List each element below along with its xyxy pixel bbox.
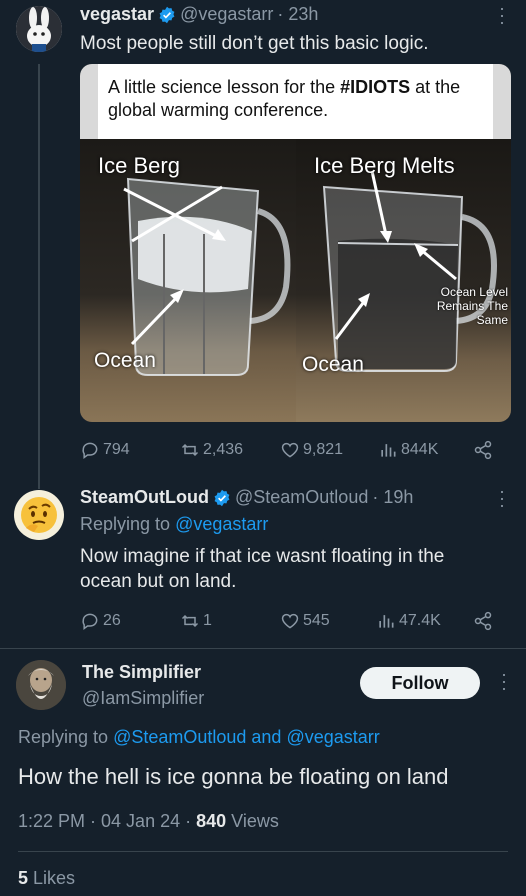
tweet2-like-button[interactable]: 545 (280, 611, 330, 631)
tweet1-more-icon[interactable]: ··· (492, 6, 513, 27)
iceberg-melts-label: Ice Berg Melts (314, 153, 455, 178)
tweet2-reply-button[interactable]: 26 (80, 611, 121, 631)
tweet1-retweet-count: 2,436 (203, 441, 244, 458)
tweet1-reply-count: 794 (103, 441, 130, 458)
tweet1-views-button[interactable]: 844K (378, 440, 438, 460)
reply-icon (82, 613, 98, 630)
tweet2-more-icon[interactable]: ··· (492, 489, 513, 510)
bearded-man-avatar-icon (16, 660, 66, 710)
tweet3-replying-to: Replying to @SteamOutloud and @vegastarr (18, 727, 380, 747)
tweet1-time[interactable]: · 23h (277, 4, 318, 25)
tweet3-replying-handle-1[interactable]: @SteamOutloud (113, 727, 246, 747)
views-bar-chart-icon (381, 444, 396, 457)
tweet1-like-count: 9,821 (303, 441, 344, 458)
divider (18, 851, 508, 852)
tweet3-text: How the hell is ice gonna be floating on… (18, 764, 449, 789)
share-icon (474, 440, 492, 460)
tweet3-handle[interactable]: @IamSimplifier (82, 688, 204, 709)
tweet2-replying-handle[interactable]: @vegastarr (175, 514, 268, 534)
reply-icon (82, 442, 98, 459)
right-ocean-label: Ocean (302, 353, 364, 376)
tweet3-author-name[interactable]: The Simplifier (82, 662, 201, 683)
tweet1-share-button[interactable] (473, 440, 493, 460)
tweet2-time[interactable]: · 19h (372, 487, 413, 508)
tweet1-header: vegastar @vegastarr · 23h (80, 4, 318, 25)
iceberg-melts-panel: Ice Berg Melts Ocean Ocean Level Remains… (296, 139, 511, 422)
views-bar-chart-icon (379, 615, 394, 628)
tweet2-handle[interactable]: @SteamOutloud (235, 487, 368, 508)
tweet2-text: Now imagine if that ice wasnt floating i… (80, 546, 445, 592)
tweet2-views-button[interactable]: 47.4K (376, 611, 441, 631)
tweet3-header: The Simplifier @IamSimplifier (82, 662, 204, 709)
tweet1-author-name[interactable]: vegastar (80, 4, 154, 25)
measuring-cup-water-icon (322, 170, 497, 372)
iceberg-panel: Ice Berg Ocean (80, 139, 296, 422)
tweet2-views-count: 47.4K (399, 612, 441, 629)
tweet1-like-button[interactable]: 9,821 (280, 440, 343, 460)
verified-badge-icon (214, 489, 230, 506)
thinking-face-emoji-icon (21, 497, 57, 533)
tweet1-handle[interactable]: @vegastarr (180, 4, 273, 25)
verified-badge-icon (159, 6, 175, 23)
left-ocean-label: Ocean (94, 349, 156, 372)
tweet2-share-button[interactable] (473, 611, 493, 631)
tweet1-reply-button[interactable]: 794 (80, 440, 130, 460)
heart-icon (281, 613, 299, 629)
retweet-icon (181, 614, 199, 628)
tweet1-media-image[interactable]: A little science lesson for the #IDIOTS … (80, 64, 511, 422)
tweet3-likes[interactable]: 5 Likes (18, 868, 75, 889)
tweet3-views-count: 840 (196, 811, 227, 831)
heart-icon (281, 442, 299, 458)
the-simplifier-avatar[interactable] (16, 660, 66, 710)
tweet3-likes-count: 5 (18, 868, 29, 888)
share-icon (474, 611, 492, 631)
tweet1-text: Most people still don’t get this basic l… (80, 33, 429, 54)
tweet3-more-icon[interactable]: ··· (494, 672, 515, 693)
tweet2-replying-to: Replying to @vegastarr (80, 514, 269, 534)
ocean-level-annotation: Ocean Level Remains The Same (436, 285, 508, 327)
tweet2-retweet-button[interactable]: 1 (180, 611, 212, 631)
tweet2-retweet-count: 1 (203, 612, 212, 629)
rabbit-avatar-icon (16, 6, 62, 52)
media-caption: A little science lesson for the #IDIOTS … (108, 77, 461, 120)
tweet2-reply-count: 26 (103, 612, 121, 629)
tweet3-timestamp-views: 1:22 PM · 04 Jan 24 · 840 Views (18, 811, 279, 831)
tweet2-author-name[interactable]: SteamOutLoud (80, 487, 209, 508)
thread-connector-line (38, 64, 40, 489)
follow-button[interactable]: Follow (360, 667, 480, 699)
tweet3-replying-handle-2[interactable]: @vegastarr (286, 727, 379, 747)
divider (0, 648, 526, 649)
tweet2-header: SteamOutLoud @SteamOutloud · 19h (80, 487, 413, 508)
retweet-icon (181, 443, 199, 457)
vegastar-avatar[interactable] (16, 6, 62, 52)
tweet2-like-count: 545 (303, 612, 330, 629)
measuring-cup-ice-icon (123, 177, 291, 376)
tweet3-timestamp[interactable]: 1:22 PM · 04 Jan 24 · (18, 811, 196, 831)
steamoutloud-avatar[interactable] (14, 490, 64, 540)
tweet1-views-count: 844K (401, 441, 439, 458)
iceberg-label: Ice Berg (98, 153, 180, 178)
tweet1-retweet-button[interactable]: 2,436 (180, 440, 243, 460)
